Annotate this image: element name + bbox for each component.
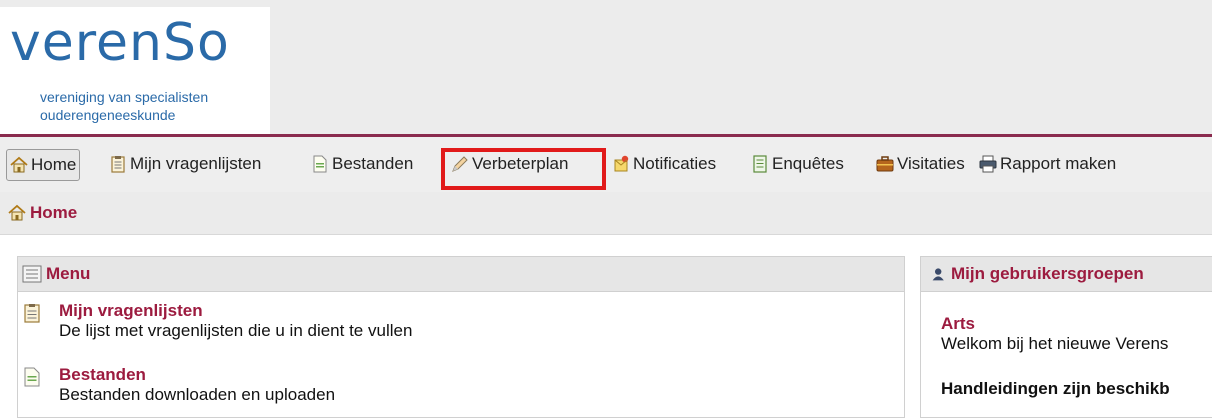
menu-entry-title[interactable]: Mijn vragenlijsten xyxy=(59,301,203,321)
nav-item-rapport-maken[interactable]: Rapport maken xyxy=(979,148,1116,180)
nav-item-visitaties[interactable]: Visitaties xyxy=(876,148,965,180)
nav-item-label: Mijn vragenlijsten xyxy=(130,154,262,173)
printer-icon xyxy=(979,155,997,173)
nav-item-label: Visitaties xyxy=(897,154,965,173)
breadcrumb-label: Home xyxy=(30,203,78,222)
clipboard-icon xyxy=(24,304,40,323)
group-manuals-text: Handleidingen zijn beschikb xyxy=(941,379,1170,398)
breadcrumb-home[interactable]: Home xyxy=(8,203,77,223)
nav-item-bestanden[interactable]: Bestanden xyxy=(311,148,413,180)
header: verenSo vereniging van specialisten oude… xyxy=(0,0,1212,135)
file-icon xyxy=(24,367,40,387)
nav-item-notificaties[interactable]: Notificaties xyxy=(612,148,716,180)
nav-item-mijn-vragenlijsten[interactable]: Mijn vragenlijsten xyxy=(109,148,261,180)
menu-entry-title[interactable]: Bestanden xyxy=(59,365,146,385)
breadcrumb: Home xyxy=(0,192,1212,235)
nav-item-label: Enquêtes xyxy=(772,154,844,173)
highlight-verbeterplan xyxy=(441,148,606,190)
nav-item-label: Home xyxy=(31,155,77,174)
user-groups-panel-title: Mijn gebruikersgroepen xyxy=(951,264,1144,283)
menu-panel: Menu Mijn vragenlijsten De lijst met vra… xyxy=(17,256,905,418)
survey-icon xyxy=(753,155,767,173)
nav-item-home[interactable]: Home xyxy=(6,149,81,181)
clipboard-icon xyxy=(111,156,125,173)
logo[interactable]: verenSo vereniging van specialisten oude… xyxy=(0,7,270,135)
logo-tagline-line2: ouderengeneeskunde xyxy=(40,107,176,123)
nav-item-enquetes[interactable]: Enquêtes xyxy=(751,148,844,180)
list-icon xyxy=(22,265,42,283)
main-nav: Home Mijn vragenlijsten Bestanden Verbet… xyxy=(0,137,1212,193)
nav-item-label: Notificaties xyxy=(633,154,717,173)
menu-panel-header: Menu xyxy=(18,257,904,292)
user-groups-panel-header: Mijn gebruikersgroepen xyxy=(921,257,1212,292)
logo-tagline-line1: vereniging van specialisten xyxy=(40,89,209,105)
menu-panel-title: Menu xyxy=(46,264,91,283)
menu-entry-description: Bestanden downloaden en uploaden xyxy=(59,385,336,404)
briefcase-icon xyxy=(876,156,894,172)
home-icon xyxy=(8,204,26,221)
user-icon xyxy=(932,268,944,281)
nav-item-label: Rapport maken xyxy=(1000,154,1117,173)
group-name-link[interactable]: Arts xyxy=(941,314,975,334)
menu-entry-description: De lijst met vragenlijsten die u in dien… xyxy=(59,321,413,340)
file-icon xyxy=(313,155,327,173)
group-welcome-text: Welkom bij het nieuwe Verens xyxy=(941,334,1169,353)
nav-item-label: Bestanden xyxy=(332,154,414,173)
notification-icon xyxy=(614,155,629,172)
user-groups-panel: Mijn gebruikersgroepen Arts Welkom bij h… xyxy=(920,256,1212,418)
logo-wordmark: verenSo xyxy=(10,13,230,73)
home-icon xyxy=(10,156,28,173)
